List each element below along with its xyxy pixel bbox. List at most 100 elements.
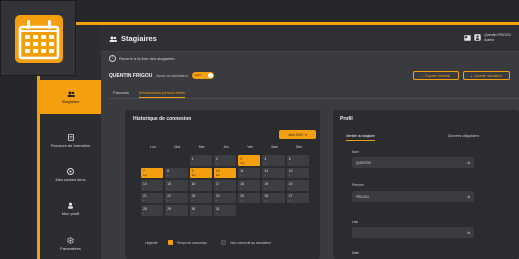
top-header: Stagiaires Quentin FRIGOU Admin: [101, 25, 519, 52]
calendar-day-cell[interactable]: 2-: [213, 155, 237, 166]
field-label-date: Date: [352, 251, 359, 255]
calendar-day-cell[interactable]: 26-: [262, 192, 285, 203]
lieu-field[interactable]: ⧉: [352, 227, 474, 238]
sidebar-item-profil[interactable]: Mon profil: [40, 192, 101, 226]
calendar-day-cell[interactable]: 15-: [165, 180, 188, 191]
user-menu[interactable]: Quentin FRIGOU Admin: [464, 33, 511, 42]
calendar-day-cell[interactable]: 4-: [262, 155, 285, 166]
connection-time: 4m: [191, 173, 196, 177]
simulator-access-toggle[interactable]: Actif: [191, 72, 214, 79]
simulator-access-label: Accès au simulateur: [156, 73, 188, 78]
calendar-day-cell[interactable]: 17-: [213, 180, 237, 191]
weekday-label: Ven: [247, 145, 254, 149]
prenom-value: FRIGOU: [356, 194, 369, 199]
weekday-label: Mer: [198, 145, 205, 149]
calendar-day-cell[interactable]: 3 3m: [238, 155, 261, 166]
connection-time: -: [240, 185, 242, 190]
calendar-day-cell[interactable]: 9 4m: [189, 167, 212, 178]
prenom-field[interactable]: FRIGOU ⧉: [352, 191, 474, 202]
field-label-prenom: Prénom: [352, 183, 364, 187]
connection-time: -: [191, 210, 193, 215]
connection-time: 2m: [215, 173, 221, 177]
calendar-day-cell[interactable]: 10 2m: [213, 167, 237, 178]
arrow-left-icon: ‹: [109, 55, 116, 62]
calendar-day-cell[interactable]: 16-: [189, 180, 212, 191]
back-link[interactable]: ‹ Revenir à la liste des stagiaires: [109, 55, 174, 62]
page-title: Stagiaires: [109, 34, 157, 43]
connection-time: -: [240, 198, 242, 202]
weekday-label: Jeu: [223, 145, 229, 149]
document-icon: [67, 134, 74, 141]
open-simulator-button[interactable]: ▸ Accéder simulateur: [463, 71, 510, 80]
calendar-day-cell[interactable]: 19-: [262, 180, 285, 191]
calendar-day-cell[interactable]: 27-: [286, 192, 310, 203]
calendar-day-cell[interactable]: 8-: [165, 167, 188, 178]
calendar-day-cell[interactable]: 12-: [262, 167, 285, 178]
calendar-day-cell[interactable]: 1-: [189, 155, 212, 166]
calendar-day-cell[interactable]: 11-: [238, 167, 261, 178]
connection-time: -: [264, 173, 266, 177]
connection-time: -: [167, 198, 169, 202]
calendar-day-cell[interactable]: 18-: [238, 180, 261, 191]
tab-parcours[interactable]: Parcours: [113, 90, 129, 98]
calendar-day-cell[interactable]: 7 1m: [141, 167, 164, 178]
connection-time: -: [215, 210, 217, 215]
field-label-lieu: Lieu: [352, 220, 359, 224]
copy-icon[interactable]: ⧉: [468, 161, 470, 165]
calendar-day-cell[interactable]: 14-: [141, 180, 164, 191]
calendar-day-cell[interactable]: 24-: [213, 192, 237, 203]
back-link-label: Revenir à la liste des stagiaires: [119, 56, 175, 61]
toggle-state: Actif: [194, 73, 201, 77]
connection-time: -: [167, 210, 169, 215]
calendar-day-cell[interactable]: 21-: [141, 192, 164, 203]
screenshot-stage: Stagiaires Parcours de formation Mes cad…: [0, 0, 519, 259]
profile-tabs: Identité du stagiaire Données obligatoir…: [346, 134, 479, 141]
login-history-title: Historique de connexion: [133, 116, 192, 122]
card-icon[interactable]: [464, 34, 471, 41]
calendar-day-cell[interactable]: 5-: [286, 155, 310, 166]
connection-time: -: [143, 210, 144, 215]
calendar-day-cell[interactable]: 23-: [189, 192, 212, 203]
calendar-day-cell[interactable]: 13-: [286, 167, 310, 178]
connection-time: -: [215, 185, 217, 190]
calendar-day-cell[interactable]: 25-: [238, 192, 261, 203]
sidebar-item-label: Parcours de formation: [50, 143, 91, 148]
weekday-label: Lun: [150, 145, 157, 149]
copy-icon[interactable]: ⧉: [468, 231, 470, 235]
export-results-button[interactable]: ⤓ Exporter résultats: [413, 71, 459, 80]
users-icon: [109, 36, 117, 42]
open-simulator-label: Accéder simulateur: [474, 73, 502, 78]
trainee-header: QUENTIN FRIGOU Accès au simulateur Actif: [109, 72, 214, 79]
nom-field[interactable]: QUENTIN ⧉: [352, 157, 474, 168]
legend-title: Légende: [145, 240, 158, 245]
copy-icon[interactable]: ⧉: [468, 195, 470, 199]
sidebar-item-liens[interactable]: Mes cadres liens: [40, 158, 101, 192]
chevron-down-icon: ▾: [304, 132, 307, 137]
connection-time: -: [288, 185, 290, 190]
tab-identite[interactable]: Identité du stagiaire: [346, 134, 375, 141]
sidebar-item-parametres[interactable]: Paramètres: [40, 228, 101, 259]
calendar-day-cell[interactable]: 20-: [286, 180, 310, 191]
page-title-text: Stagiaires: [121, 34, 157, 43]
sidebar-item-stagiaires[interactable]: Stagiaires: [40, 80, 101, 114]
sidebar-item-parcours[interactable]: Parcours de formation: [40, 124, 101, 158]
connection-time: -: [264, 185, 266, 190]
calendar-day-cell[interactable]: 31-: [213, 205, 237, 216]
calendar-day-cell[interactable]: 28-: [141, 205, 164, 216]
calendar-grid: 1-2-3 3m 4-5- 7 1m 8-9 4m 10 2m 11-12-13- 14-15-16…: [141, 155, 311, 216]
calendar-day-cell[interactable]: 22-: [165, 192, 188, 203]
avatar[interactable]: [474, 34, 481, 41]
calendar-day-cell[interactable]: 29-: [165, 205, 188, 216]
connection-time: -: [264, 198, 266, 202]
connection-time: -: [215, 160, 217, 165]
connection-time: -: [143, 198, 144, 202]
gear-icon: [67, 236, 74, 244]
month-selector-label: Avril 2022: [288, 132, 303, 137]
calendar-day-cell[interactable]: 30-: [189, 205, 212, 216]
connection-time: -: [288, 173, 290, 177]
tab-donnees-obligatoires[interactable]: Données obligatoires: [448, 134, 479, 141]
calendar-app-icon: [15, 15, 63, 63]
connection-time: 1m: [143, 173, 148, 177]
tab-informations-personnelles[interactable]: Informations personnelles: [139, 90, 185, 98]
month-selector[interactable]: Avril 2022 ▾: [279, 130, 316, 139]
